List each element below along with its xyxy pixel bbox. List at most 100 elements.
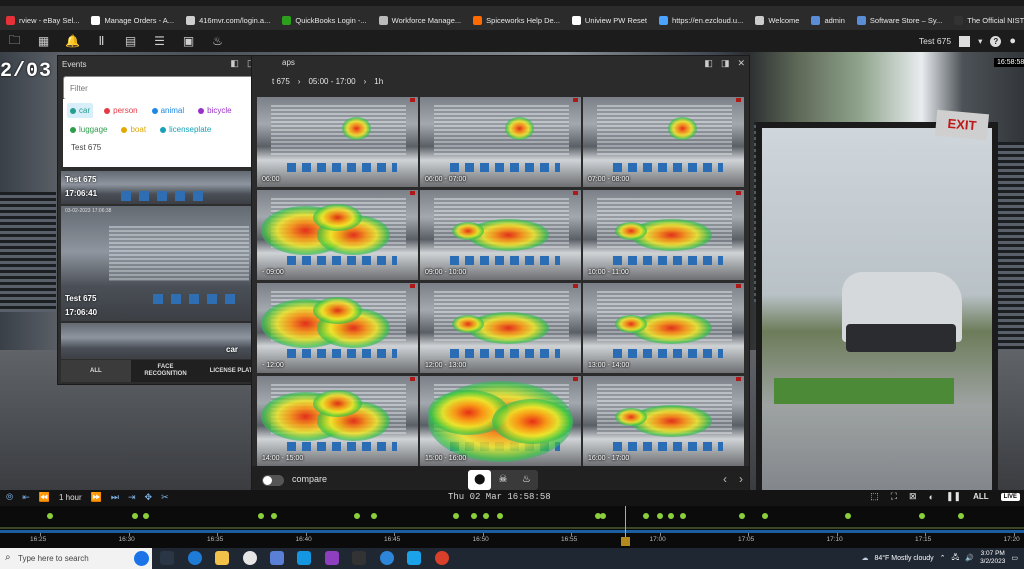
bookmark-item[interactable]: Software Store – Sy... [851,10,948,30]
folder-icon[interactable]: 🗀 [0,31,29,52]
tray-chevron-icon[interactable]: ⌃ [940,554,946,562]
recent-search[interactable]: Test 675 [63,137,270,158]
timeline-event-marker[interactable] [497,513,503,519]
bookmark-item[interactable]: QuickBooks Login -... [276,10,372,30]
timeline-event-marker[interactable] [958,513,964,519]
tag-car[interactable]: car [67,103,94,118]
site-name[interactable]: Test 675 [919,36,951,46]
heatmap-cell[interactable]: 16:00 - 17:00 [583,376,744,466]
move-icon[interactable]: ✥ [145,492,153,503]
volume-icon[interactable]: 🔊 [965,554,974,562]
bing-icon[interactable] [134,551,149,566]
compare-toggle[interactable] [262,475,284,486]
bookmark-item[interactable]: Manage Orders - A... [85,10,180,30]
breadcrumb-interval[interactable]: 1h [374,77,383,86]
fullscreen-icon[interactable]: ⛶ [891,491,897,502]
grid-icon[interactable]: ▦ [29,34,58,48]
flame-icon[interactable]: ♨ [515,470,538,490]
rewind-icon[interactable]: ⏪ [39,492,50,503]
next-page-icon[interactable]: › [739,472,743,486]
tag-animal[interactable]: animal [149,103,188,118]
weather-icon[interactable]: ☁ [861,554,868,562]
timeline-event-marker[interactable] [483,513,489,519]
speed-icon[interactable]: ◐ [929,492,934,502]
interval-label[interactable]: 1 hour [59,493,82,502]
heatmap-cell[interactable]: 14:00 - 15:00 [257,376,418,466]
bookmark-item[interactable]: admin [805,10,850,30]
heatmap-cell[interactable]: - 12:00 [257,283,418,373]
tag-bicycle[interactable]: bicycle [195,103,234,118]
list-icon[interactable]: ☰ [145,34,174,48]
event-thumbnail[interactable]: ⋮ car [61,323,267,359]
timeline[interactable]: 16:25 16:30 16:35 16:40 16:45 16:50 16:55 17:00… [0,506,1024,548]
help-icon[interactable]: ? [990,35,1002,47]
heatmap-cell[interactable]: 06:00 [257,97,418,187]
timeline-event-marker[interactable] [132,513,138,519]
settings-icon[interactable]: ● [1009,35,1016,47]
flame-icon[interactable]: ♨ [203,34,232,48]
tag-luggage[interactable]: luggage [67,122,110,137]
timeline-event-marker[interactable] [845,513,851,519]
timeline-event-marker[interactable] [371,513,377,519]
timeline-cursor-handle[interactable] [621,537,630,546]
timeline-event-marker[interactable] [471,513,477,519]
taskbar-search[interactable]: ⌕ Type here to search [0,548,152,569]
heatmap-cell[interactable]: 07:00 - 08:00 [583,97,744,187]
tag-person[interactable]: person [101,103,140,118]
timeline-track[interactable] [0,530,1024,533]
bookmark-item[interactable]: 416mvr.com/login.a... [180,10,276,30]
timeline-event-marker[interactable] [453,513,459,519]
heatmap-cell[interactable]: 12:00 - 13:00 [420,283,581,373]
heatmap-cell[interactable]: 10:00 - 11:00 [583,190,744,280]
cut-icon[interactable]: ✂ [161,492,169,503]
timeline-event-marker[interactable] [762,513,768,519]
timeline-event-marker[interactable] [668,513,674,519]
app-icon[interactable] [380,551,394,565]
timeline-event-marker[interactable] [680,513,686,519]
event-thumbnail[interactable]: Test 675 17:06:41 [61,171,267,204]
filter-input[interactable] [68,78,242,98]
breadcrumb-range[interactable]: 05:00 - 17:00 [308,77,355,86]
bookmark-item[interactable]: Workforce Manage... [373,10,467,30]
timeline-event-marker[interactable] [739,513,745,519]
edge-icon[interactable] [188,551,202,565]
breadcrumb-camera[interactable]: t 675 [272,77,290,86]
network-icon[interactable]: 🖧 [952,553,960,564]
timeline-event-marker[interactable] [643,513,649,519]
close-icon[interactable]: ✕ [737,58,745,69]
timeline-event-marker[interactable] [657,513,663,519]
file-explorer-icon[interactable] [215,551,229,565]
prev-page-icon[interactable]: ‹ [723,472,727,486]
palette-icon[interactable]: ⬤ [468,470,492,490]
dock-left-icon[interactable]: ◧ [230,58,239,69]
bookmark-item[interactable]: Welcome [749,10,805,30]
tag-boat[interactable]: boat [118,122,149,137]
screenshot-icon[interactable]: ⊠ [909,491,917,502]
map-icon[interactable]: ▤ [116,34,145,48]
timeline-event-marker[interactable] [271,513,277,519]
timeline-event-marker[interactable] [354,513,360,519]
bookmark-item[interactable]: Spiceworks Help De... [467,10,566,30]
bookmark-item[interactable]: Uniview PW Reset [566,10,653,30]
app-icon[interactable] [435,551,449,565]
tab-face-recognition[interactable]: FACE RECOGNITION [131,360,201,382]
chrome-icon[interactable] [243,551,257,565]
event-thumbnail[interactable]: 03-02-2023 17:06:38 ⋮ Test 675 17:06:40 [61,206,267,321]
weather-text[interactable]: 84°F Mostly cloudy [874,555,933,562]
timeline-event-marker[interactable] [919,513,925,519]
app-icon[interactable] [297,551,311,565]
fit-icon[interactable]: ⬚ [870,491,879,502]
bookmark-item[interactable]: The Official NIST U... [948,10,1024,30]
timeline-event-marker[interactable] [143,513,149,519]
library-icon[interactable]: Ⅱ [87,34,116,48]
timeline-event-marker[interactable] [258,513,264,519]
user-icon[interactable] [959,35,971,47]
skull-icon[interactable]: ☠ [491,470,514,490]
dock-left-icon[interactable]: ◧ [704,58,713,69]
bookmark-item[interactable]: rview - eBay Sel... [0,10,85,30]
fast-forward-icon[interactable]: ⏩ [91,492,102,503]
notifications-icon[interactable]: ▭ [1011,554,1018,562]
chevron-down-icon[interactable]: ▾ [978,36,982,47]
tab-all[interactable]: ALL [61,360,131,382]
taskbar-clock[interactable]: 3:07 PM 3/2/2023 [980,550,1005,566]
